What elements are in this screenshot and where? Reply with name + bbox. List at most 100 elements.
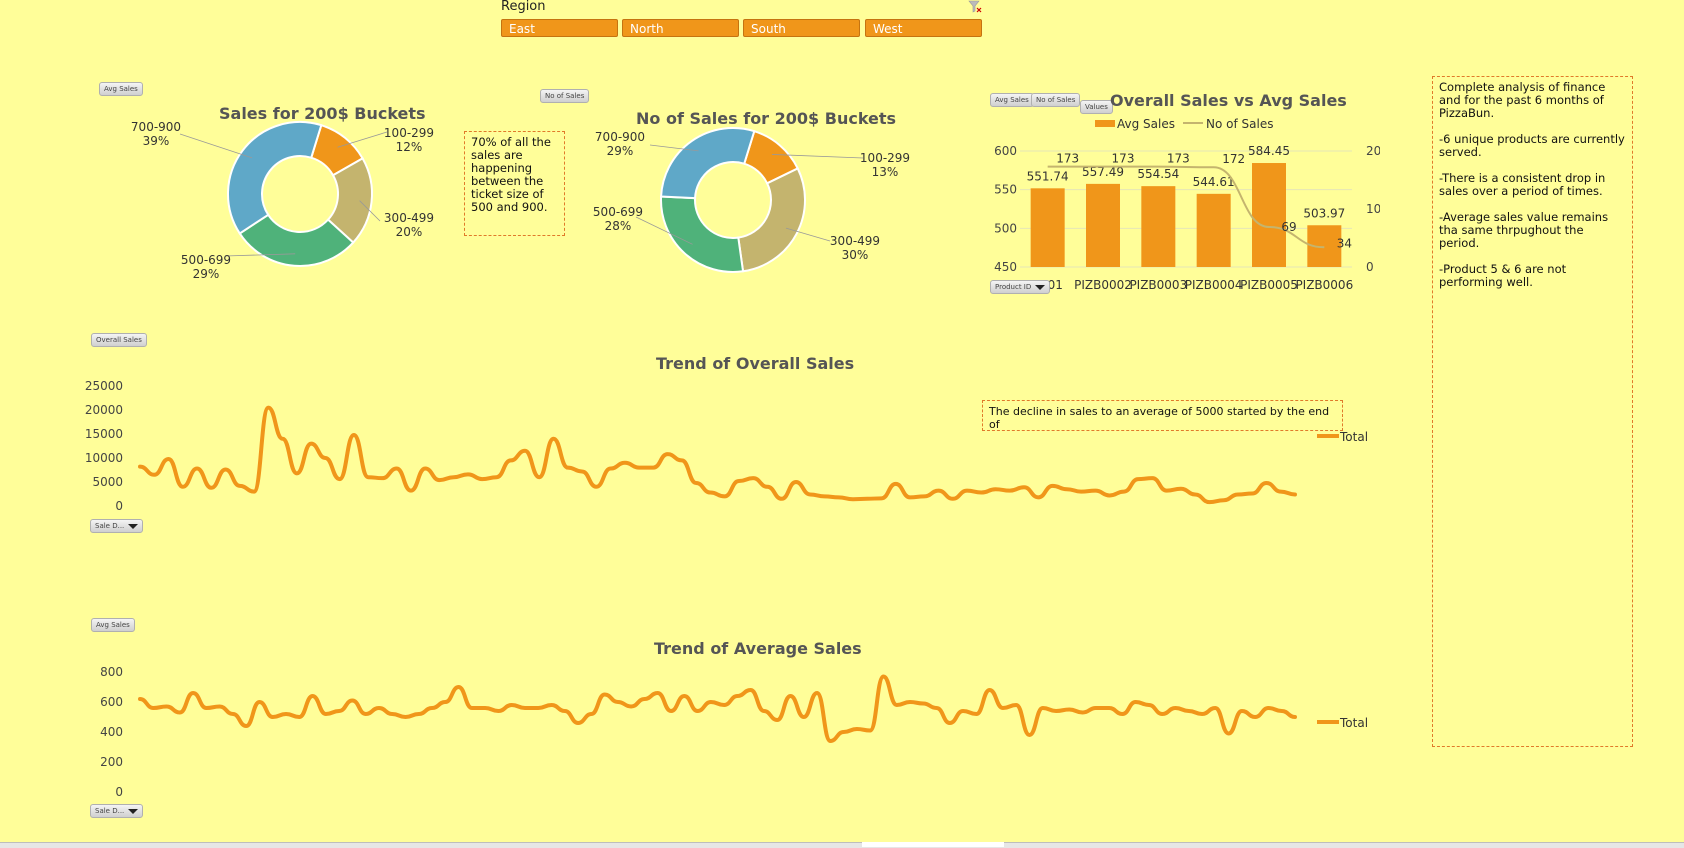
legend-swatch-avg bbox=[1095, 120, 1115, 127]
dropdown-arrow-icon bbox=[1035, 285, 1046, 290]
y-axis-tick: 400 bbox=[100, 725, 123, 739]
line-data-label: 173 bbox=[1167, 152, 1190, 166]
y-axis-tick: 25000 bbox=[85, 379, 123, 393]
pie-slice-500-699[interactable] bbox=[660, 195, 745, 273]
overall-sales-field-button[interactable]: Overall Sales bbox=[91, 333, 147, 347]
avg-sales-field-button-trend[interactable]: Avg Sales bbox=[91, 618, 135, 632]
left-axis-tick: 500 bbox=[994, 221, 1017, 235]
line-data-label: 69 bbox=[1281, 220, 1296, 234]
pie-category-label: 300-499 bbox=[384, 211, 434, 225]
chart-title-overall-vs-avg: Overall Sales vs Avg Sales bbox=[1110, 91, 1347, 110]
pie-percent-label: 30% bbox=[842, 248, 869, 262]
bar-data-label: 503.97 bbox=[1303, 206, 1345, 220]
avg-sales-field-button[interactable]: Avg Sales bbox=[99, 82, 143, 96]
filter-clear-icon[interactable] bbox=[968, 0, 982, 14]
pie-category-label: 700-900 bbox=[595, 130, 645, 144]
y-axis-tick: 20000 bbox=[85, 403, 123, 417]
left-axis-tick: 550 bbox=[994, 183, 1017, 197]
y-axis-tick: 200 bbox=[100, 755, 123, 769]
chart-title-trend-avg: Trend of Average Sales bbox=[654, 639, 862, 658]
note-buckets: 70% of all the sales are happening betwe… bbox=[464, 131, 565, 236]
pie-percent-label: 28% bbox=[605, 219, 632, 233]
legend-label-total: Total bbox=[1339, 716, 1368, 730]
legend-label-total: Total bbox=[1339, 430, 1368, 444]
region-button-east[interactable]: East bbox=[501, 19, 618, 37]
bar-data-label: 544.61 bbox=[1193, 175, 1235, 189]
analysis-line: -Average sales value remains tha same th… bbox=[1439, 210, 1609, 250]
pie-slice-700-900[interactable] bbox=[227, 121, 323, 235]
legend-label-count: No of Sales bbox=[1206, 117, 1273, 131]
analysis-line: -6 unique products are currently served. bbox=[1439, 132, 1625, 159]
pie-percent-label: 39% bbox=[143, 134, 170, 148]
bar-data-label: 554.54 bbox=[1137, 167, 1179, 181]
sheet-tab-active[interactable] bbox=[862, 842, 1004, 847]
leader-line bbox=[179, 133, 253, 159]
y-axis-tick: 10000 bbox=[85, 451, 123, 465]
avg-sales-field-button-combo[interactable]: Avg Sales bbox=[990, 93, 1034, 107]
legend-label-avg: Avg Sales bbox=[1117, 117, 1175, 131]
bar-avg-sales[interactable] bbox=[1030, 188, 1065, 267]
product-id-filter-dropdown[interactable]: Product ID bbox=[990, 280, 1051, 294]
region-button-south[interactable]: South bbox=[743, 19, 860, 37]
y-axis-tick: 15000 bbox=[85, 427, 123, 441]
left-axis-tick: 600 bbox=[994, 144, 1017, 158]
line-chart-trend-overall: 25000 20000 15000 10000 5000 0 Total bbox=[85, 379, 1368, 513]
y-axis-tick: 5000 bbox=[92, 475, 123, 489]
y-axis-tick: 800 bbox=[100, 665, 123, 679]
pie-chart-sales-buckets: 100-29912% 300-49920% 500-69929% 700-90039% bbox=[131, 120, 434, 281]
right-axis-tick: 0 bbox=[1366, 260, 1374, 274]
y-axis-tick: 0 bbox=[115, 499, 123, 513]
pie-percent-label: 13% bbox=[872, 165, 899, 179]
analysis-line: Complete analysis of finance and for the… bbox=[1439, 80, 1606, 120]
pie-category-label: 100-299 bbox=[860, 151, 910, 165]
x-axis-tick: PIZB0006 bbox=[1295, 278, 1353, 292]
sale-date-label: Sale D... bbox=[95, 522, 125, 530]
bar-data-label: 584.45 bbox=[1248, 144, 1290, 158]
bar-avg-sales[interactable] bbox=[1252, 163, 1286, 267]
product-id-label: Product ID bbox=[995, 283, 1032, 291]
pie-category-label: 500-699 bbox=[181, 253, 231, 267]
bar-avg-sales[interactable] bbox=[1141, 186, 1176, 267]
sale-date-label: Sale D... bbox=[95, 807, 125, 815]
analysis-line: -Product 5 & 6 are not performing well. bbox=[1439, 262, 1567, 289]
sale-date-filter-dropdown-2[interactable]: Sale D... bbox=[90, 804, 144, 818]
line-data-label: 34 bbox=[1337, 236, 1352, 250]
dropdown-arrow-icon bbox=[128, 524, 139, 529]
pie-category-label: 300-499 bbox=[830, 234, 880, 248]
analysis-line: -There is a consistent drop in sales ove… bbox=[1439, 171, 1606, 198]
combo-chart-overall-vs-avg: Avg Sales No of Sales 600 550 500 450 200 100 0 5… bbox=[994, 117, 1380, 292]
pie-category-label: 700-900 bbox=[131, 120, 181, 134]
x-axis-tick: PIZB0005 bbox=[1240, 278, 1298, 292]
left-axis-tick: 450 bbox=[994, 260, 1017, 274]
region-button-west[interactable]: West bbox=[865, 19, 982, 37]
chart-title-trend-overall: Trend of Overall Sales bbox=[656, 354, 855, 373]
line-chart-trend-avg: 800 600 400 200 0 Total bbox=[100, 665, 1368, 799]
x-axis-tick: PIZB0004 bbox=[1185, 278, 1243, 292]
bar-data-label: 551.74 bbox=[1027, 169, 1069, 183]
pie-percent-label: 29% bbox=[607, 144, 634, 158]
pie-slice-700-900[interactable] bbox=[660, 127, 756, 200]
pie-percent-label: 20% bbox=[396, 225, 423, 239]
no-of-sales-field-button-combo[interactable]: No of Sales bbox=[1031, 93, 1081, 107]
region-slicer-title: Region bbox=[501, 0, 546, 14]
x-axis-tick: PIZB0003 bbox=[1129, 278, 1187, 292]
right-axis-tick: 100 bbox=[1366, 202, 1380, 216]
no-of-sales-field-button[interactable]: No of Sales bbox=[540, 89, 590, 103]
bar-avg-sales[interactable] bbox=[1196, 193, 1231, 267]
analysis-note: Complete analysis of finance and for the… bbox=[1432, 76, 1633, 747]
region-button-north[interactable]: North bbox=[622, 19, 739, 37]
pie-category-label: 500-699 bbox=[593, 205, 643, 219]
y-axis-tick: 0 bbox=[115, 785, 123, 799]
sale-date-filter-dropdown[interactable]: Sale D... bbox=[90, 519, 144, 533]
pie-category-label: 100-299 bbox=[384, 126, 434, 140]
pie-percent-label: 12% bbox=[396, 140, 423, 154]
bar-avg-sales[interactable] bbox=[1086, 183, 1120, 267]
line-data-label: 173 bbox=[1056, 152, 1079, 166]
note-decline: The decline in sales to an average of 50… bbox=[982, 400, 1343, 431]
pie-chart-count-buckets: 100-29913% 300-49930% 500-69928% 700-90029% bbox=[593, 127, 910, 273]
trend-line-total bbox=[138, 674, 1297, 744]
dropdown-arrow-icon bbox=[128, 809, 139, 814]
line-data-label: 173 bbox=[1112, 152, 1135, 166]
pie-slice-300-499[interactable] bbox=[737, 167, 806, 273]
sheet-tab-bar bbox=[0, 842, 1684, 848]
